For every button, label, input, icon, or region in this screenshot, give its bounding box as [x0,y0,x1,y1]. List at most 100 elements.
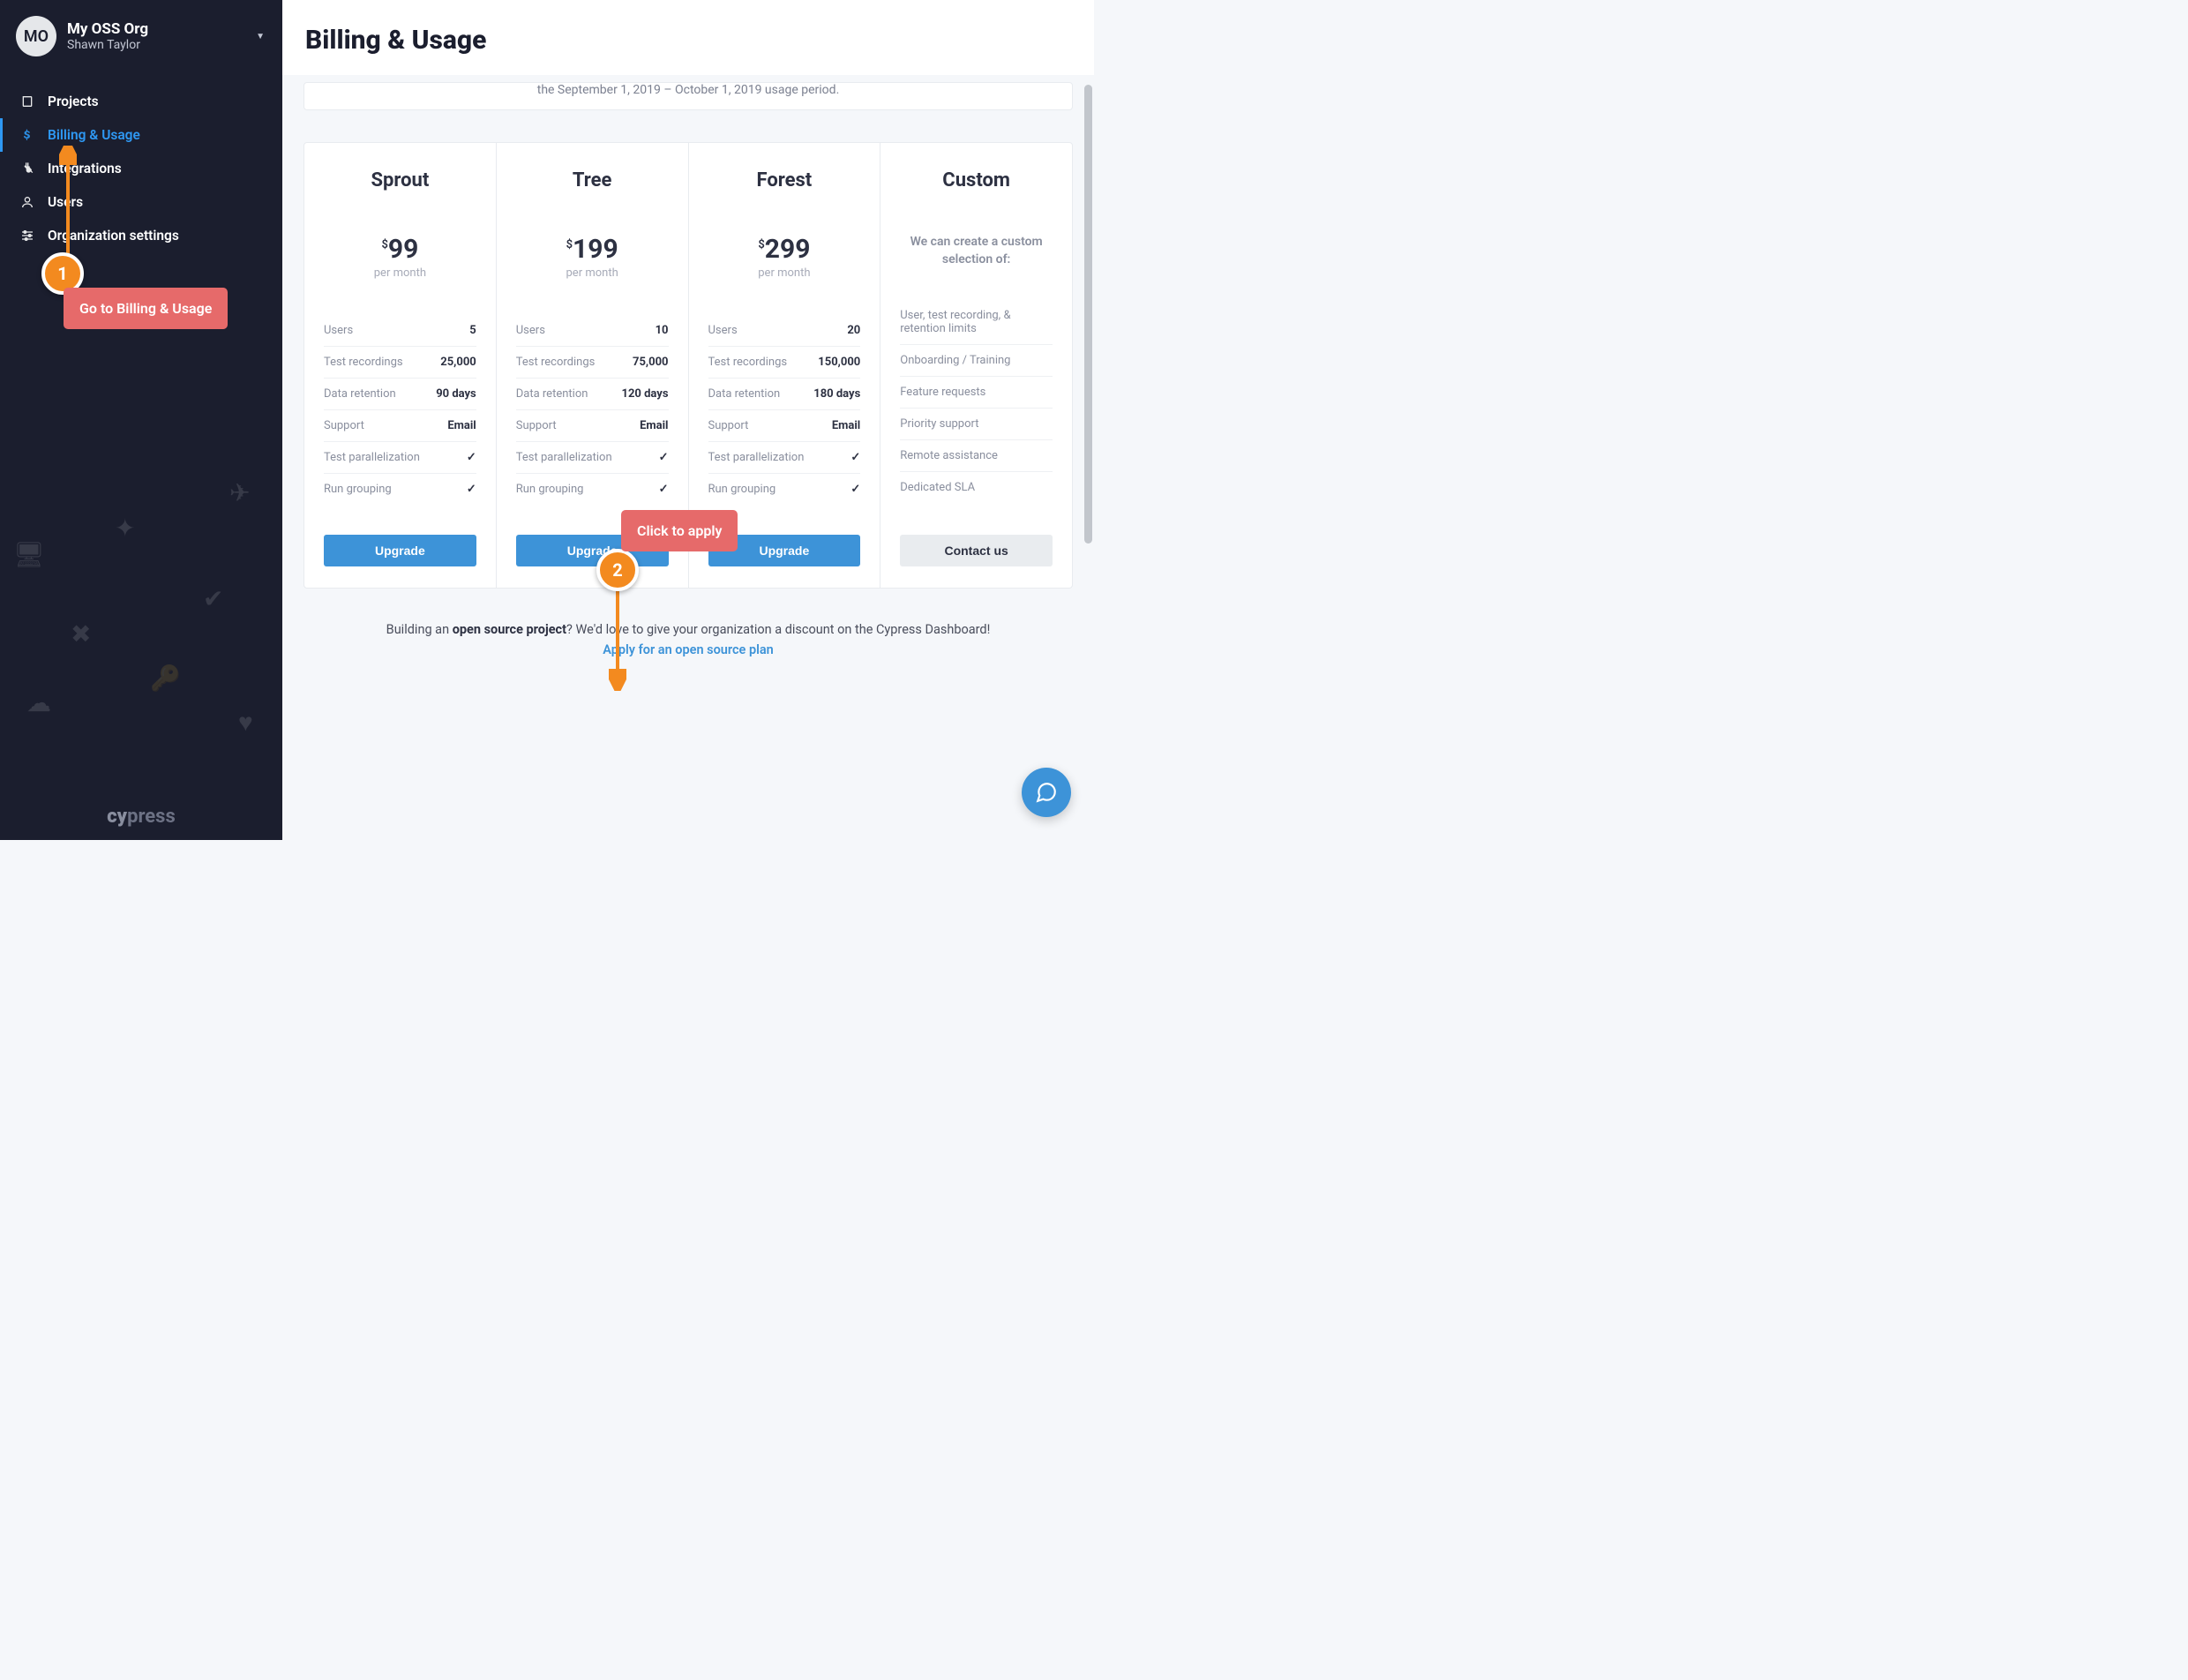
feature-list: Users10 Test recordings75,000 Data reten… [516,315,669,505]
feature-row: Data retention 120 days [516,379,669,410]
feature-row: Test recordings 25,000 [324,347,476,379]
price-value: 299 [765,234,811,265]
custom-lead: We can create a custom selection of: [900,234,1053,268]
help-chat-button[interactable] [1022,768,1071,817]
feature-row: Test parallelization✓ [708,442,861,474]
sidebar-item-label: Billing & Usage [48,127,140,143]
feature-label: Test parallelization [324,451,420,464]
feature-row: Users20 [708,315,861,347]
feature-value: 10 [656,324,669,337]
oss-bold: open source project [453,622,566,637]
feature-row: Test recordings150,000 [708,347,861,379]
sidebar-item-org-settings[interactable]: Organization settings [0,219,282,252]
feature-list: Users20 Test recordings150,000 Data rete… [708,315,861,505]
org-avatar: MO [16,16,56,56]
price-value: 99 [388,234,418,265]
feature-value: 90 days [436,387,476,401]
feature-value: Email [447,419,476,432]
custom-item: User, test recording, & retention limits [900,300,1053,345]
feature-row: Users 5 [324,315,476,347]
feature-label: Users [708,324,738,337]
plan-period: per month [516,266,669,280]
page-header: Billing & Usage [282,0,1094,75]
upgrade-button[interactable]: Upgrade [516,535,669,566]
custom-list: User, test recording, & retention limits… [900,300,1053,503]
sidebar-item-integrations[interactable]: Integrations [0,152,282,185]
feature-label: Support [516,419,557,432]
plan-name: Tree [516,169,669,191]
scrollbar[interactable] [1084,85,1092,544]
oss-prefix: Building an [386,622,453,637]
custom-item: Priority support [900,409,1053,440]
check-icon: ✓ [467,451,476,464]
usage-period-bar: the September 1, 2019 – October 1, 2019 … [303,82,1073,110]
plan-period: per month [324,266,476,280]
feature-label: Test parallelization [708,451,805,464]
book-icon [19,94,35,109]
plan-sprout: Sprout $99 per month Users 5 Test recordi… [304,143,497,588]
plug-icon [19,161,35,176]
sidebar-item-label: Users [48,194,83,210]
feature-label: Data retention [324,387,396,401]
brand-logo: cypress [0,806,282,828]
plan-name: Custom [900,169,1053,191]
main-content: Billing & Usage the September 1, 2019 – … [282,0,1094,840]
plan-name: Sprout [324,169,476,191]
feature-row: Support Email [708,410,861,442]
feature-value: 5 [469,324,476,337]
sliders-icon [19,229,35,243]
usage-period-text: the September 1, 2019 – October 1, 2019 … [537,83,840,97]
plan-price: $199 [516,234,669,265]
feature-value: 150,000 [818,356,860,369]
oss-suffix: ? We'd love to give your organization a … [566,622,990,637]
check-icon: ✓ [659,451,669,464]
feature-label: Support [708,419,749,432]
custom-item: Onboarding / Training [900,345,1053,377]
dollar-icon [19,129,35,141]
plan-tree: Tree $199 per month Users10 Test recordi… [497,143,689,588]
custom-item: Dedicated SLA [900,472,1053,503]
feature-label: Test parallelization [516,451,612,464]
plan-price: $99 [324,234,476,265]
feature-label: Data retention [516,387,588,401]
check-icon: ✓ [467,483,476,496]
feature-label: Test recordings [324,356,403,369]
org-switcher[interactable]: MO My OSS Org Shawn Taylor ▼ [0,0,282,69]
feature-value: Email [832,419,860,432]
sidebar-item-label: Organization settings [48,228,179,244]
feature-label: Users [516,324,545,337]
contact-us-button[interactable]: Contact us [900,535,1053,566]
feature-row: Support Email [516,410,669,442]
feature-row: Data retention180 days [708,379,861,410]
feature-label: Users [324,324,353,337]
check-icon: ✓ [850,483,860,496]
sidebar-item-label: Integrations [48,161,122,176]
feature-label: Run grouping [516,483,584,496]
feature-row: Test parallelization ✓ [324,442,476,474]
feature-row: Run grouping ✓ [708,474,861,505]
sidebar-item-projects[interactable]: Projects [0,85,282,118]
feature-row: Test parallelization ✓ [516,442,669,474]
sidebar-item-users[interactable]: Users [0,185,282,219]
feature-value: 120 days [621,387,668,401]
sidebar-item-billing[interactable]: Billing & Usage [0,118,282,152]
org-name: My OSS Org [67,20,148,38]
feature-value: 25,000 [440,356,476,369]
check-icon: ✓ [659,483,669,496]
feature-value: Email [640,419,668,432]
chevron-down-icon: ▼ [256,32,265,41]
upgrade-button[interactable]: Upgrade [708,535,861,566]
plan-name: Forest [708,169,861,191]
feature-value: 180 days [813,387,860,401]
upgrade-button[interactable]: Upgrade [324,535,476,566]
feature-label: Run grouping [708,483,776,496]
apply-oss-link[interactable]: Apply for an open source plan [303,642,1073,657]
feature-list: Users 5 Test recordings 25,000 Data retent… [324,315,476,505]
user-icon [19,195,35,209]
plan-period: per month [708,266,861,280]
feature-value: 75,000 [633,356,669,369]
plan-custom: Custom We can create a custom selection … [880,143,1072,588]
sidebar: MO My OSS Org Shawn Taylor ▼ Projects Bi… [0,0,282,840]
price-value: 199 [573,234,618,265]
user-name: Shawn Taylor [67,38,148,52]
